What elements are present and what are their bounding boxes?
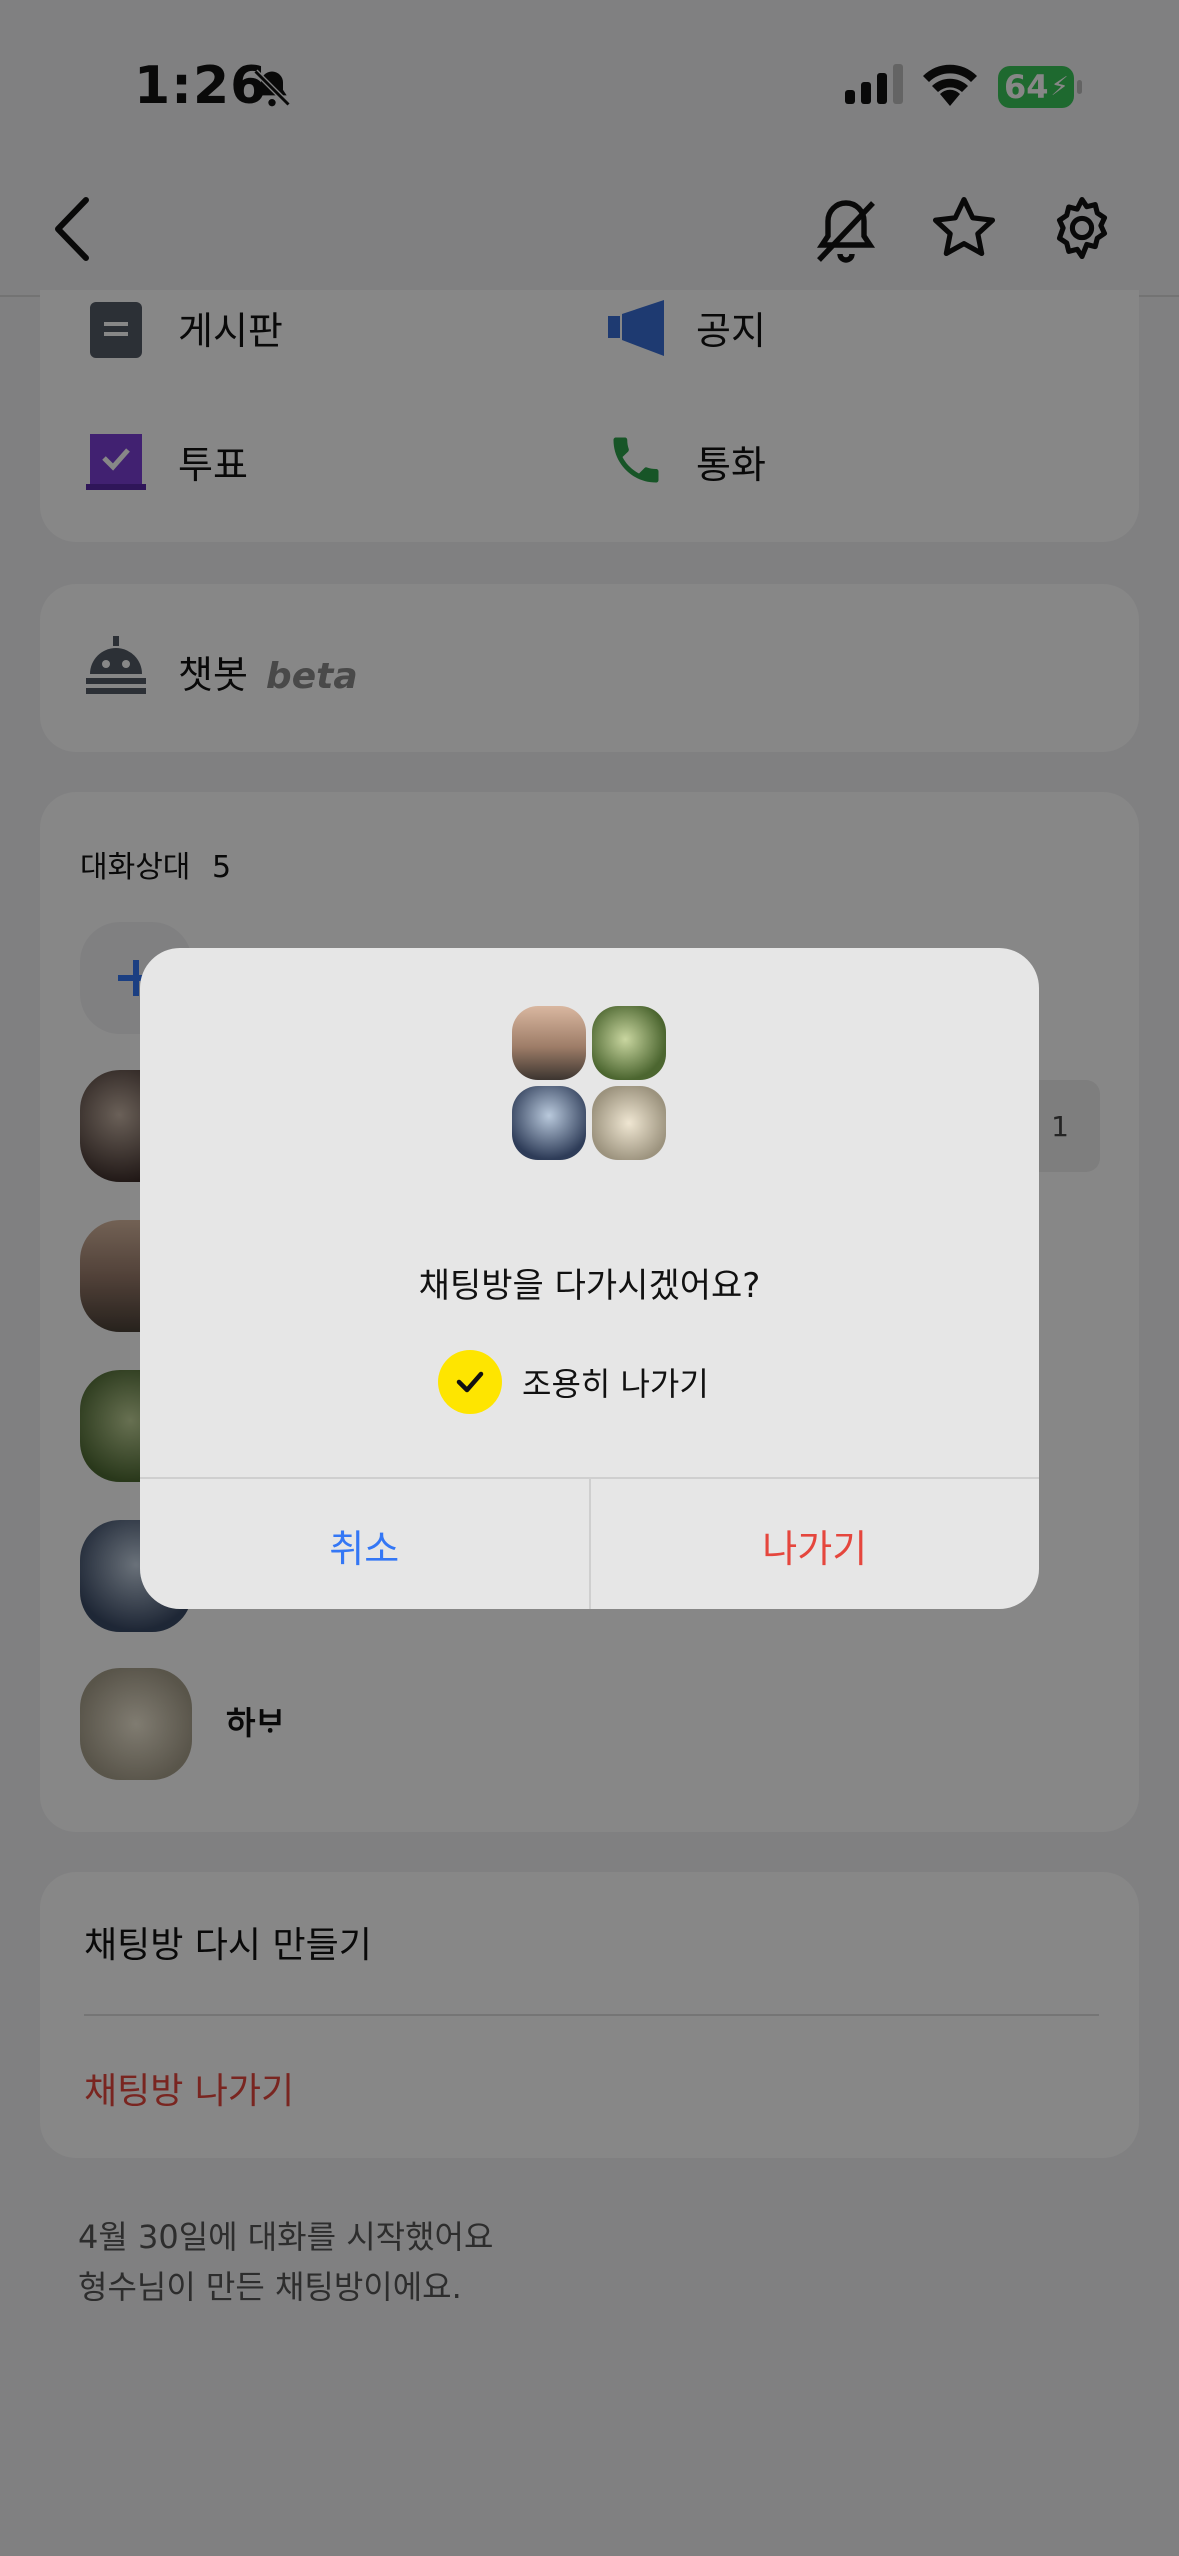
- profile-thumbnail: [592, 1006, 666, 1080]
- quiet-leave-option[interactable]: 조용히 나가기: [438, 1350, 709, 1414]
- profile-thumbnail: [512, 1086, 586, 1160]
- cancel-button[interactable]: 취소: [140, 1479, 591, 1609]
- leave-confirm-dialog: 채팅방을 다가시겠어요? 조용히 나가기 취소 나가기: [140, 948, 1039, 1609]
- dialog-title: 채팅방을 다가시겠어요?: [418, 1266, 761, 1306]
- dialog-buttons: 취소 나가기: [140, 1477, 1039, 1609]
- quiet-leave-label: 조용히 나가기: [522, 1365, 709, 1403]
- checkmark-icon: [456, 1371, 484, 1393]
- profile-thumbnail: [592, 1086, 666, 1160]
- profile-thumbnail: [512, 1006, 586, 1080]
- quiet-leave-checkbox[interactable]: [438, 1350, 502, 1414]
- chatroom-profile-thumbnails: [512, 1006, 667, 1161]
- confirm-leave-button[interactable]: 나가기: [591, 1479, 1040, 1609]
